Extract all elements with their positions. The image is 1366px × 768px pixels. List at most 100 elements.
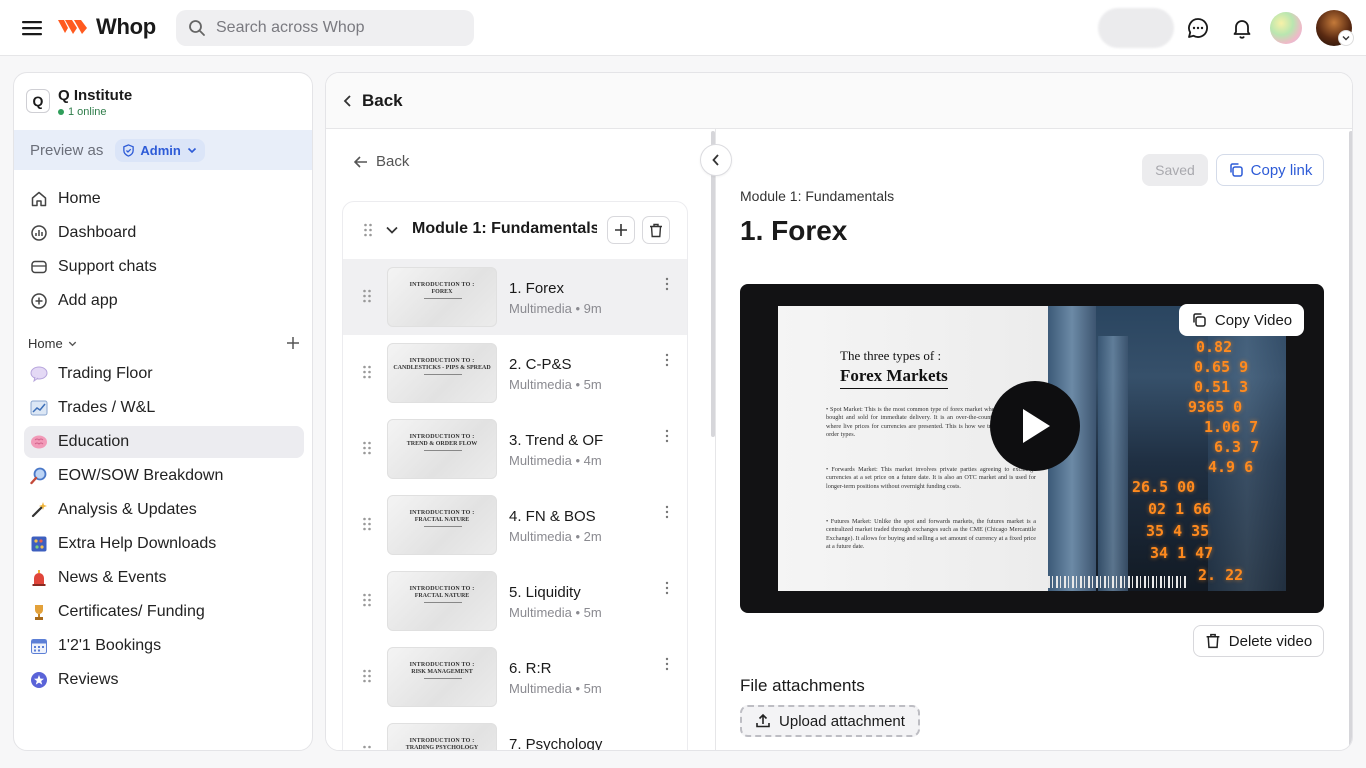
blurred-balance-pill[interactable] [1098, 8, 1174, 48]
nav-label: Add app [58, 292, 118, 309]
app-analysis-updates[interactable]: Analysis & Updates [24, 494, 304, 526]
more-options-icon[interactable] [664, 277, 670, 291]
online-dot [58, 109, 64, 115]
lesson-item[interactable]: INTRODUCTION TO : FOREX 1. Forex Multimed… [343, 259, 687, 335]
copy-video-button[interactable]: Copy Video [1179, 304, 1304, 336]
more-options-icon[interactable] [664, 581, 670, 595]
lesson-item[interactable]: INTRODUCTION TO : CANDLESTICKS - PIPS & S… [343, 335, 687, 411]
play-button[interactable] [990, 381, 1080, 471]
app-reviews[interactable]: Reviews [24, 664, 304, 696]
thumb-text: INTRODUCTION TO : [409, 510, 475, 516]
menu-icon[interactable] [20, 18, 44, 38]
speech-bubble-icon [30, 365, 48, 383]
video-player[interactable]: The three types of : Forex Markets • Spo… [740, 284, 1324, 613]
copy-video-label: Copy Video [1214, 311, 1293, 329]
upload-label: Upload attachment [779, 712, 905, 730]
app-education[interactable]: Education [24, 426, 304, 458]
lesson-item[interactable]: INTRODUCTION TO : TRADING PSYCHOLOGY 7. P… [343, 715, 687, 751]
whop-logo[interactable]: Whop [56, 14, 156, 40]
thumb-text: FRACTAL NATURE [414, 517, 470, 523]
lesson-item[interactable]: INTRODUCTION TO : TREND & ORDER FLOW 3. T… [343, 411, 687, 487]
drag-handle-icon[interactable] [362, 365, 372, 379]
star-icon [30, 671, 48, 689]
more-options-icon[interactable] [664, 505, 670, 519]
lesson-title: 2. C-P&S [509, 356, 572, 373]
lesson-heading: 1. Forex [740, 215, 848, 246]
barcode-strip [1048, 576, 1188, 588]
copy-link-button[interactable]: Copy link [1216, 154, 1324, 186]
drag-handle-icon[interactable] [362, 745, 372, 751]
upload-attachment-button[interactable]: Upload attachment [740, 705, 920, 737]
thumb-rule [424, 602, 462, 603]
chevron-down-icon[interactable] [1338, 30, 1354, 46]
thumb-rule [424, 450, 462, 451]
thumb-text: INTRODUCTION TO : [409, 586, 475, 592]
play-icon [1023, 409, 1050, 443]
app-trades-wl[interactable]: Trades / W&L [24, 392, 304, 424]
app-bookings[interactable]: 1'2'1 Bookings [24, 630, 304, 662]
drag-handle-icon[interactable] [362, 669, 372, 683]
lesson-item[interactable]: INTRODUCTION TO : RISK MANAGEMENT 6. R:R … [343, 639, 687, 715]
chart-icon [30, 399, 48, 417]
thumb-text: FOREX [431, 289, 453, 295]
delete-video-button[interactable]: Delete video [1193, 625, 1324, 657]
lesson-thumbnail: INTRODUCTION TO : FRACTAL NATURE [387, 571, 497, 631]
module-title: Module 1: Fundamentals [412, 220, 597, 237]
preview-as-bar: Preview as Admin [14, 130, 312, 170]
app-certificates-funding[interactable]: Certificates/ Funding [24, 596, 304, 628]
lesson-item[interactable]: INTRODUCTION TO : FRACTAL NATURE 5. Liqui… [343, 563, 687, 639]
nav-support-chats[interactable]: Support chats [24, 251, 304, 283]
lesson-title: 4. FN & BOS [509, 508, 596, 525]
thumb-rule [424, 374, 462, 375]
top-bar: Whop [0, 0, 1366, 56]
bell-icon[interactable] [1230, 16, 1254, 40]
app-extra-help[interactable]: Extra Help Downloads [24, 528, 304, 560]
app-label: News & Events [58, 569, 167, 586]
trash-icon [650, 223, 662, 237]
lesson-item[interactable]: INTRODUCTION TO : FRACTAL NATURE 4. FN & … [343, 487, 687, 563]
online-count: 1 online [68, 106, 107, 118]
drag-handle-icon[interactable] [362, 289, 372, 303]
chevron-down-icon [68, 341, 76, 346]
ticker-value: 02 1 66 [1148, 500, 1212, 518]
drag-handle-icon[interactable] [362, 517, 372, 531]
delete-module-button[interactable] [642, 216, 670, 244]
org-header[interactable]: Q Q Institute 1 online [26, 87, 132, 118]
module-header[interactable]: Module 1: Fundamentals [343, 202, 687, 258]
role-select[interactable]: Admin [115, 138, 205, 162]
chat-bubble-icon[interactable] [1186, 16, 1210, 40]
nav-dashboard[interactable]: Dashboard [24, 217, 304, 249]
ticker-value: 6.3 7 [1214, 438, 1260, 456]
app-trading-floor[interactable]: Trading Floor [24, 358, 304, 390]
home-icon [30, 190, 48, 208]
collapse-panel-button[interactable] [700, 144, 732, 176]
nav-home[interactable]: Home [24, 183, 304, 215]
drag-handle-icon[interactable] [362, 593, 372, 607]
panel-divider [715, 129, 716, 750]
more-options-icon[interactable] [664, 429, 670, 443]
back-to-course-button[interactable]: Back [354, 153, 409, 170]
lesson-meta: Multimedia • 2m [509, 529, 602, 544]
drag-handle-icon[interactable] [362, 441, 372, 455]
module-breadcrumb: Module 1: Fundamentals [740, 188, 895, 204]
more-options-icon[interactable] [664, 657, 670, 671]
section-toggle[interactable]: Home [28, 336, 78, 351]
add-app-plus-icon[interactable] [286, 336, 300, 350]
app-eow-sow[interactable]: EOW/SOW Breakdown [24, 460, 304, 492]
calendar-icon [30, 637, 48, 655]
company-avatar[interactable] [1270, 12, 1302, 44]
search-bar[interactable] [176, 10, 474, 46]
ticker-value: 34 1 47 [1150, 544, 1214, 562]
search-input[interactable] [216, 19, 456, 37]
back-button[interactable]: Back [342, 91, 403, 111]
chevron-down-icon[interactable] [385, 224, 399, 236]
content-scrollbar[interactable] [1349, 131, 1352, 750]
more-options-icon[interactable] [664, 353, 670, 367]
saved-button[interactable]: Saved [1142, 154, 1208, 186]
add-lesson-button[interactable] [607, 216, 635, 244]
app-label: Reviews [58, 671, 119, 688]
app-news-events[interactable]: News & Events [24, 562, 304, 594]
slide-heading: The three types of : [840, 348, 942, 363]
nav-add-app[interactable]: Add app [24, 285, 304, 317]
drag-handle-icon[interactable] [363, 223, 373, 237]
